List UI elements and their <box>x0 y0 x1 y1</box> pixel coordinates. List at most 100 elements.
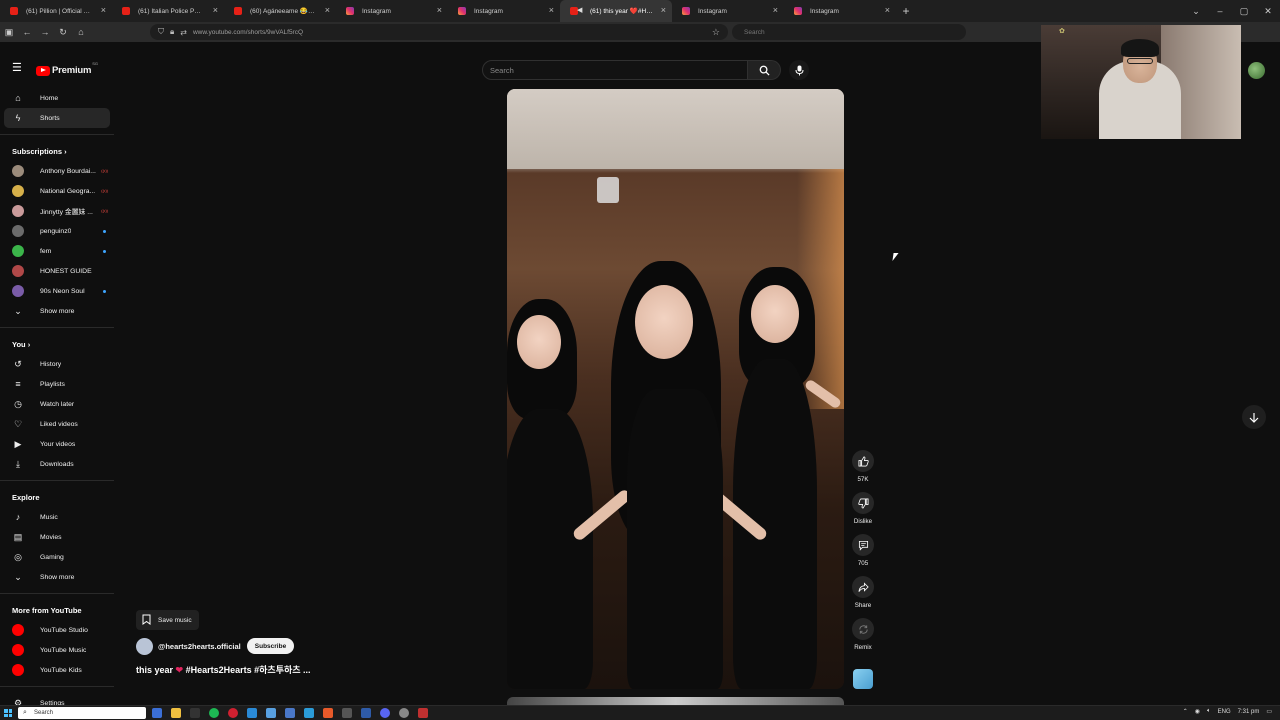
dancer-center-dress <box>627 389 723 689</box>
sidebar-item-jinnytty[interactable]: Jinnytty 金麗妹 ... ((•)) <box>4 201 110 221</box>
sidebar-item-90s-neon-soul[interactable]: 90s Neon Soul <box>4 281 110 301</box>
sidebar-item-youtube-kids[interactable]: YouTube Kids <box>4 660 110 680</box>
app-icon-obs[interactable] <box>418 708 428 718</box>
sidebar-item-shorts[interactable]: ϟ Shorts <box>4 108 110 128</box>
sidebar-item-national-geogra[interactable]: National Geogra... ((•)) <box>4 181 110 201</box>
sidebar-toggle-icon[interactable]: ▣ <box>0 27 18 38</box>
show-more-subscriptions[interactable]: ⌄ Show more <box>4 301 110 321</box>
search-input[interactable]: Search <box>482 60 748 80</box>
volume-icon[interactable]: 🔈︎ <box>1207 708 1211 715</box>
show-more-explore[interactable]: ⌄ Show more <box>4 567 110 587</box>
app-icon-gray[interactable] <box>342 708 352 718</box>
voice-search-button[interactable] <box>789 60 809 80</box>
browser-tab[interactable]: (61) Pillion | Official Trailer HD | × <box>0 0 112 22</box>
short-title[interactable]: this year ❤ #Hearts2Hearts #하츠투하츠 ... <box>136 663 311 676</box>
youtube-premium-logo[interactable]: Premium SG <box>36 61 98 76</box>
browser-tab[interactable]: (61) Italian Police Pulls Over Fe × <box>112 0 224 22</box>
search-button[interactable] <box>748 60 781 80</box>
browser-tab[interactable]: Instagram × <box>784 0 896 22</box>
reload-icon[interactable]: ↻ <box>54 27 72 38</box>
shorts-video-player[interactable] <box>507 89 844 689</box>
address-bar[interactable]: ⛉ 🔒︎ ⇄ www.youtube.com/shorts/9wVALf5rcQ… <box>150 24 728 40</box>
close-tab-icon[interactable]: × <box>213 5 218 15</box>
browser-tab[interactable]: Instagram × <box>336 0 448 22</box>
clock[interactable]: 7:31 pm <box>1238 709 1260 715</box>
speaker-icon[interactable]: ◀ <box>577 6 582 14</box>
sidebar-item-honest-guide[interactable]: HONEST GUIDE <box>4 261 110 281</box>
back-icon[interactable]: ← <box>18 27 36 37</box>
forward-icon[interactable]: → <box>36 27 54 37</box>
taskbar-search[interactable]: ⌕ Search <box>18 707 146 719</box>
channel-avatar[interactable] <box>136 637 153 655</box>
menu-icon[interactable]: ☰ <box>12 63 22 74</box>
close-tab-icon[interactable]: × <box>773 5 778 15</box>
sidebar-item-penguinz0[interactable]: penguinz0 <box>4 221 110 241</box>
sidebar-item-playlists[interactable]: ≡ Playlists <box>4 374 110 394</box>
sidebar-item-youtube-studio[interactable]: YouTube Studio <box>4 620 110 640</box>
sidebar-item-downloads[interactable]: ⤓ Downloads <box>4 454 110 474</box>
sidebar-item-home[interactable]: ⌂ Home <box>4 88 110 108</box>
windows-start-icon[interactable] <box>4 709 12 717</box>
browser-app-icon[interactable] <box>247 708 257 718</box>
browser-tab[interactable]: ◀ (61) this year ❤️#Hearts2H × <box>560 0 672 22</box>
maximize-icon[interactable]: ▢ <box>1232 6 1256 17</box>
subscriptions-heading[interactable]: Subscriptions › <box>0 141 118 161</box>
app-icon-cyan[interactable] <box>304 708 314 718</box>
task-view-icon[interactable] <box>152 708 162 718</box>
subscribe-button[interactable]: Subscribe <box>246 638 295 654</box>
app-icon-navy[interactable] <box>361 708 371 718</box>
sidebar-item-watch-later[interactable]: ◷ Watch later <box>4 394 110 414</box>
notification-icon[interactable]: ▭ <box>1266 708 1272 715</box>
close-tab-icon[interactable]: × <box>101 5 106 15</box>
channel-name[interactable]: @hearts2hearts.official <box>158 642 241 651</box>
sidebar-item-your-videos[interactable]: ▶ Your videos <box>4 434 110 454</box>
sound-thumbnail[interactable] <box>853 669 873 689</box>
remix-button[interactable] <box>852 618 874 640</box>
browser-tab[interactable]: Instagram × <box>448 0 560 22</box>
brave-icon[interactable] <box>323 708 333 718</box>
share-button[interactable] <box>852 576 874 598</box>
sidebar-item-fem[interactable]: fem <box>4 241 110 261</box>
browser-search-field[interactable]: Search <box>732 24 966 40</box>
like-button[interactable] <box>852 450 874 472</box>
app-icon-blue[interactable] <box>285 708 295 718</box>
close-tab-icon[interactable]: × <box>437 5 442 15</box>
dislike-button[interactable] <box>852 492 874 514</box>
spotify-icon[interactable] <box>209 708 219 718</box>
movies-icon: ▤ <box>13 531 23 542</box>
terminal-icon[interactable] <box>190 708 200 718</box>
tab-search-icon[interactable]: ⌄ <box>1184 6 1208 17</box>
file-explorer-icon[interactable] <box>171 708 181 718</box>
close-tab-icon[interactable]: × <box>549 5 554 15</box>
sidebar-item-history[interactable]: ↺ History <box>4 354 110 374</box>
sidebar-item-music[interactable]: ♪ Music <box>4 507 110 527</box>
next-short-preview[interactable] <box>507 697 844 705</box>
sidebar-item-youtube-music[interactable]: YouTube Music <box>4 640 110 660</box>
sidebar-item-movies[interactable]: ▤ Movies <box>4 527 110 547</box>
app-icon-circle[interactable] <box>399 708 409 718</box>
home-browser-icon[interactable]: ⌂ <box>72 27 90 37</box>
you-heading[interactable]: You › <box>0 334 118 354</box>
sidebar-item-liked-videos[interactable]: ♡ Liked videos <box>4 414 110 434</box>
sidebar-item-anthony-bourdai[interactable]: Anthony Bourdai... ((•)) <box>4 161 110 181</box>
close-tab-icon[interactable]: × <box>885 5 890 15</box>
browser-tab[interactable]: Instagram × <box>672 0 784 22</box>
steam-icon[interactable] <box>266 708 276 718</box>
tray-chevron-icon[interactable]: ⌃ <box>1183 708 1188 715</box>
language-indicator[interactable]: ENG <box>1218 709 1231 715</box>
next-short-button[interactable] <box>1242 405 1266 429</box>
discord-icon[interactable] <box>380 708 390 718</box>
sidebar-item-gaming[interactable]: ◎ Gaming <box>4 547 110 567</box>
minimize-icon[interactable]: – <box>1208 6 1232 16</box>
browser-tab[interactable]: (60) Agáneeame 😂#shorts - You × <box>224 0 336 22</box>
save-music-button[interactable]: Save music <box>136 610 199 630</box>
comments-button[interactable] <box>852 534 874 556</box>
new-tab-icon[interactable]: + <box>896 4 916 18</box>
account-avatar[interactable] <box>1248 62 1265 79</box>
close-tab-icon[interactable]: × <box>325 5 330 15</box>
network-icon[interactable]: ◉ <box>1195 708 1200 715</box>
close-window-icon[interactable]: ✕ <box>1256 6 1280 17</box>
close-tab-icon[interactable]: × <box>661 5 666 15</box>
bookmark-star-icon[interactable]: ☆ <box>712 27 720 38</box>
app-icon-red[interactable] <box>228 708 238 718</box>
